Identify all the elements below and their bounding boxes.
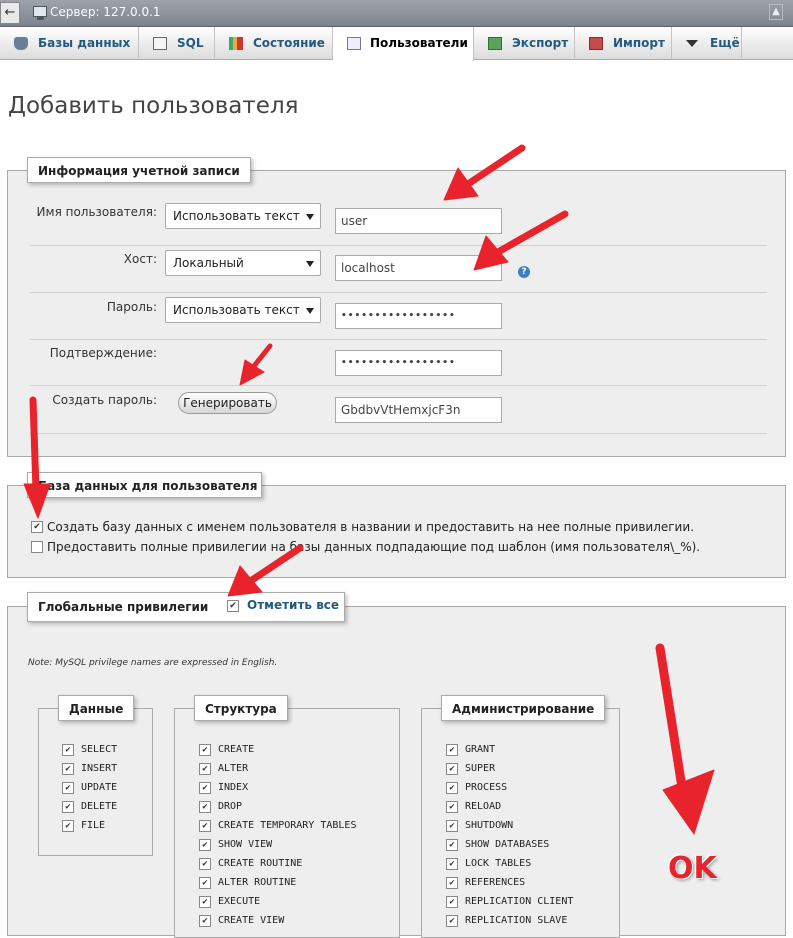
arrow-head [239, 359, 265, 386]
arrow-to-ok [655, 643, 689, 805]
arrow-to-check-all [248, 544, 304, 584]
arrow-head [662, 769, 715, 835]
ok-annotation: OK [668, 851, 717, 886]
annotation-arrows [23, 144, 715, 835]
arrow-to-generate [251, 343, 273, 369]
arrow-head [23, 483, 51, 519]
arrow-to-create-db [29, 396, 40, 494]
arrow-head [227, 565, 263, 597]
arrow-to-username [464, 144, 526, 188]
arrow-to-host [494, 210, 569, 256]
